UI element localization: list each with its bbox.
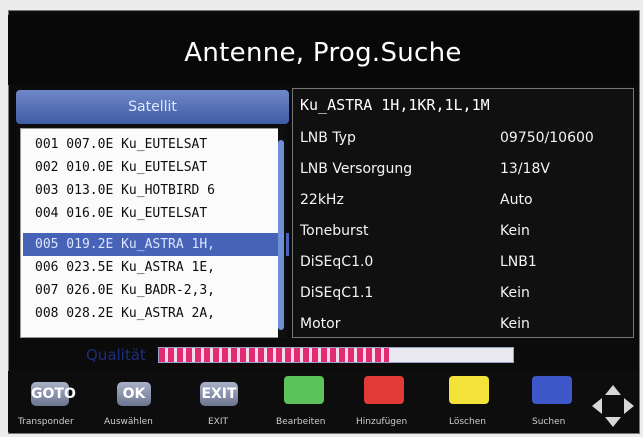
setting-value-diseqc11[interactable]: Kein — [500, 285, 530, 301]
red-button[interactable] — [364, 376, 404, 404]
tv-screen: Antenne, Prog.Suche Satellit 001 007.0E … — [0, 0, 643, 437]
green-caption: Bearbeiten — [276, 417, 326, 427]
satellite-list-item[interactable]: 004 016.0E Ku_EUTELSAT — [35, 202, 207, 225]
setting-label: 22kHz — [300, 192, 344, 208]
setting-label: Toneburst — [300, 223, 369, 239]
green-button[interactable] — [284, 376, 324, 404]
setting-value-motor[interactable]: Kein — [500, 316, 530, 332]
setting-label: Motor — [300, 316, 341, 332]
setting-value-diseqc10[interactable]: LNB1 — [500, 254, 537, 270]
setting-label: DiSEqC1.1 — [300, 285, 374, 301]
goto-caption: Transponder — [18, 417, 74, 427]
signal-quality-bar — [158, 347, 514, 363]
scrollbar-thumb[interactable] — [278, 140, 284, 330]
satellite-list-item[interactable]: 008 028.2E Ku_ASTRA 2A, — [35, 302, 215, 325]
quality-label: Qualität — [86, 346, 146, 364]
setting-label: DiSEqC1.0 — [300, 254, 374, 270]
red-caption: Hinzufügen — [356, 417, 408, 427]
setting-value-lnb-versorgung[interactable]: 13/18V — [500, 161, 550, 177]
blue-caption: Suchen — [532, 417, 566, 427]
signal-quality-fill — [159, 348, 390, 362]
dpad-arrows-icon — [590, 383, 636, 429]
setting-value-toneburst[interactable]: Kein — [500, 223, 530, 239]
blue-button[interactable] — [532, 376, 572, 404]
ok-caption: Auswählen — [104, 417, 153, 427]
satellite-list-item[interactable]: 003 013.0E Ku_HOTBIRD 6 — [35, 179, 215, 202]
satellite-list[interactable]: 001 007.0E Ku_EUTELSAT 002 010.0E Ku_EUT… — [20, 128, 289, 338]
exit-button[interactable]: EXIT — [200, 382, 238, 406]
satellite-list-item[interactable]: 002 010.0E Ku_EUTELSAT — [35, 156, 207, 179]
satellite-list-item[interactable]: 006 023.5E Ku_ASTRA 1E, — [35, 256, 215, 279]
yellow-button[interactable] — [449, 376, 489, 404]
exit-caption: EXIT — [208, 417, 229, 427]
setting-label: LNB Versorgung — [300, 161, 413, 177]
setting-value-22khz[interactable]: Auto — [500, 192, 533, 208]
page-title: Antenne, Prog.Suche — [8, 15, 638, 85]
setting-value-lnb-typ[interactable]: 09750/10600 — [500, 130, 594, 146]
satellite-list-item[interactable]: 007 026.0E Ku_BADR-2,3, — [35, 279, 215, 302]
satellite-list-item[interactable]: 001 007.0E Ku_EUTELSAT — [35, 133, 207, 156]
ok-button[interactable]: OK — [117, 382, 151, 406]
satellite-list-header: Satellit — [16, 90, 289, 124]
satellite-list-item-selected[interactable]: 005 019.2E Ku_ASTRA 1H, — [23, 233, 289, 256]
goto-button[interactable]: GOTO — [31, 382, 76, 406]
selected-satellite-title: Ku_ASTRA 1H,1KR,1L,1M — [300, 96, 490, 114]
setting-label: LNB Typ — [300, 130, 356, 146]
yellow-caption: Löschen — [449, 417, 486, 427]
